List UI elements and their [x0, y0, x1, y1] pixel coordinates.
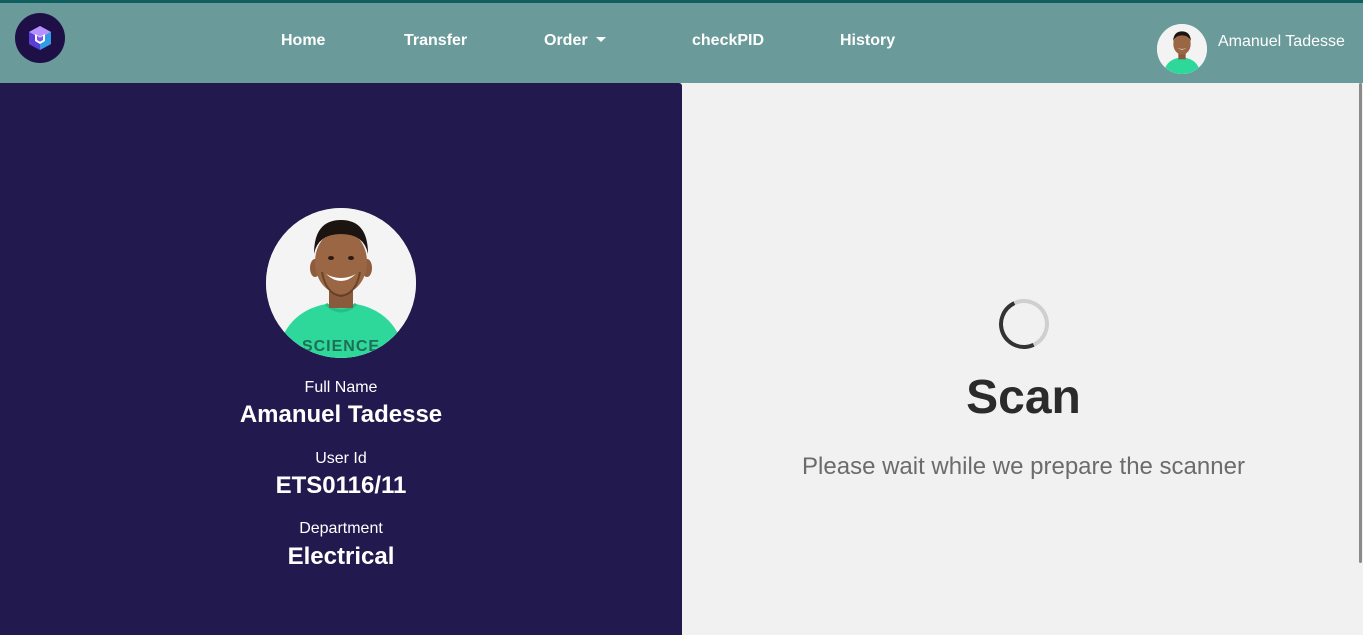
nav-order-dropdown[interactable]: Order [544, 31, 606, 51]
nav-checkpid[interactable]: checkPID [692, 31, 764, 51]
navbar: Home Transfer Order checkPID History Ama… [0, 3, 1363, 83]
nav-home[interactable]: Home [281, 31, 325, 51]
scanner-panel: Scan Please wait while we prepare the sc… [682, 83, 1358, 635]
nav-history[interactable]: History [840, 31, 895, 51]
scanner-status-message: Please wait while we prepare the scanner [802, 453, 1245, 480]
svg-text:SCIENCE: SCIENCE [302, 338, 380, 355]
nav-transfer[interactable]: Transfer [404, 31, 467, 51]
user-id-label: User Id [315, 450, 367, 467]
full-name-label: Full Name [304, 379, 378, 396]
full-name-value: Amanuel Tadesse [239, 401, 443, 428]
user-menu[interactable]: Amanuel Tadesse [1157, 24, 1345, 74]
app-logo[interactable] [15, 13, 65, 63]
scan-title: Scan [966, 371, 1081, 424]
user-id-value: ETS0116/11 [275, 472, 407, 499]
department-value: Electrical [287, 543, 395, 570]
user-avatar [1157, 24, 1207, 74]
department-label: Department [299, 520, 383, 537]
chevron-down-icon [595, 37, 606, 43]
nav-order-label: Order [544, 32, 588, 49]
user-name: Amanuel Tadesse [1218, 33, 1345, 50]
scrollbar-thumb[interactable] [1359, 83, 1362, 563]
loading-spinner-icon [991, 291, 1057, 357]
profile-photo: SCIENCE [266, 208, 416, 358]
cube-logo-icon [29, 26, 51, 50]
profile-panel: SCIENCE Full Name Amanuel Tadesse User I… [0, 83, 682, 635]
